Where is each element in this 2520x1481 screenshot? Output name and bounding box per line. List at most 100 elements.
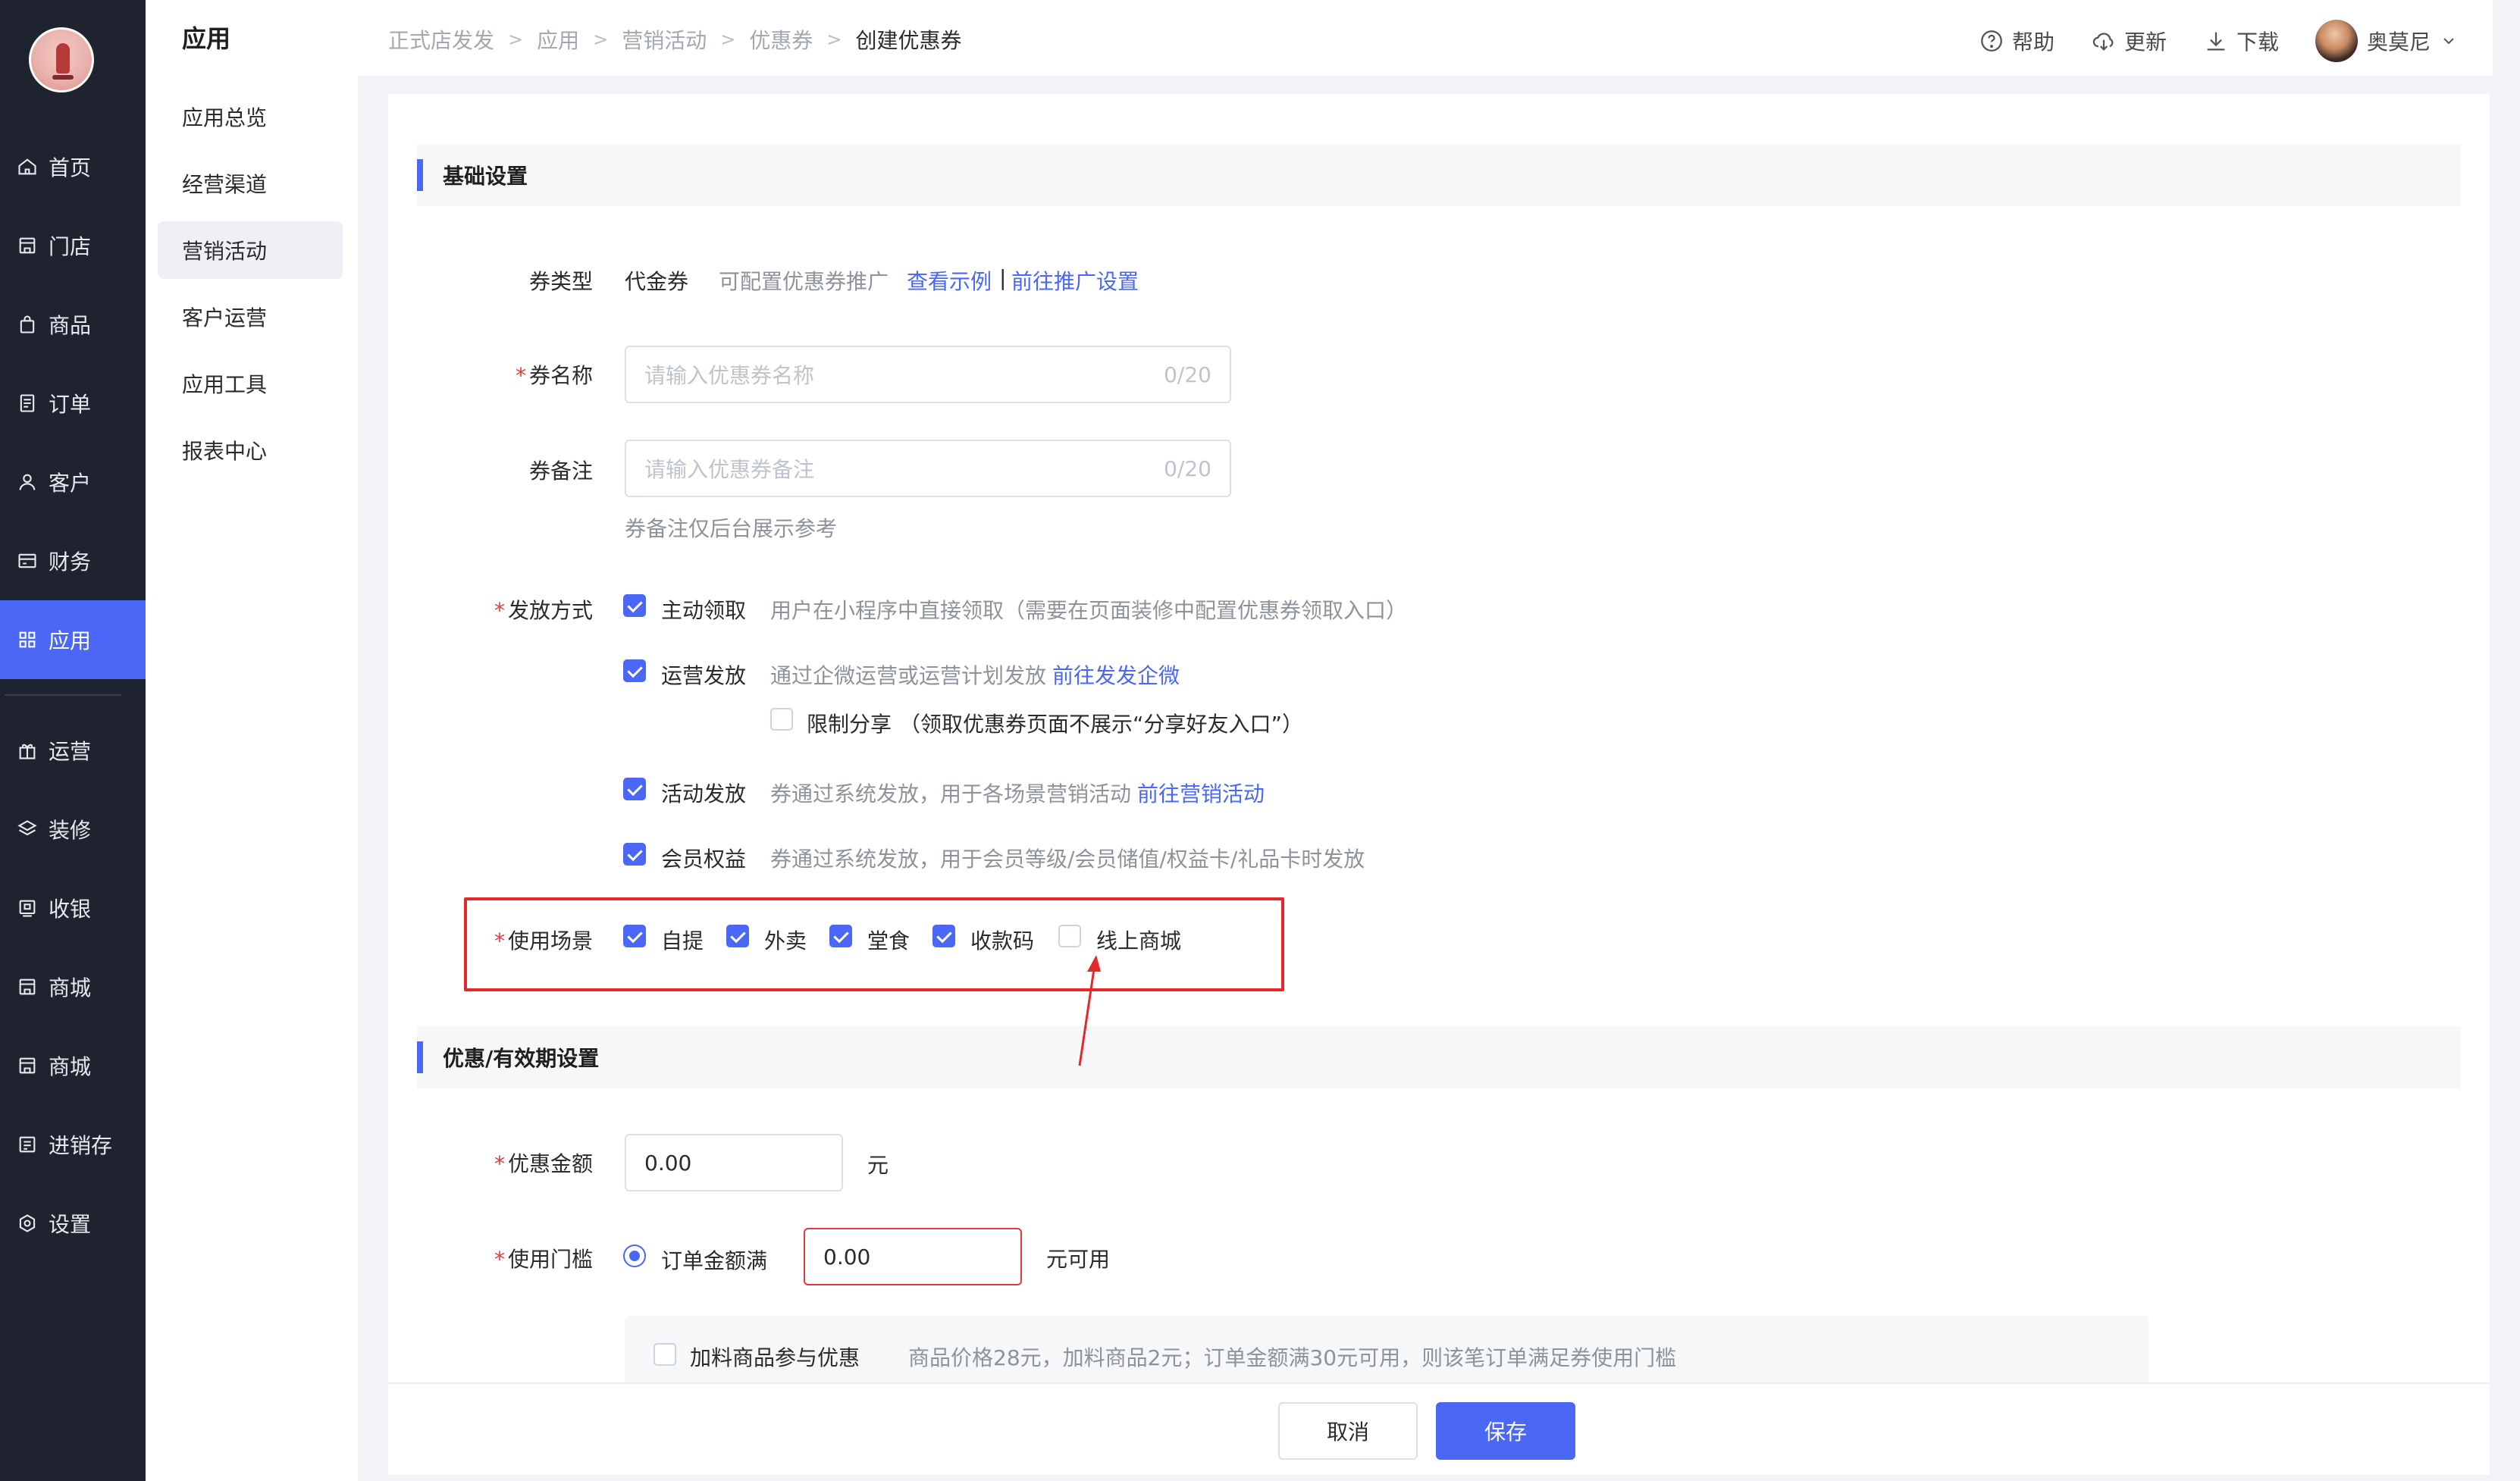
nav-label: 应用: [49, 628, 92, 653]
coupon-type-value: 代金券: [625, 269, 689, 294]
scene-pickup-checkbox[interactable]: [623, 925, 646, 947]
breadcrumb-item[interactable]: 正式店发发: [388, 24, 494, 55]
nav-divider: [5, 694, 121, 696]
nav-item-operations[interactable]: 运营: [0, 711, 146, 790]
discount-amount-label: * 优惠金额: [494, 1151, 593, 1176]
nav-item-products[interactable]: 商品: [0, 285, 146, 364]
nav-item-inventory[interactable]: 进销存: [0, 1105, 146, 1184]
threshold-unit: 元可用: [1046, 1247, 1111, 1272]
threshold-amount-input[interactable]: 0.00: [804, 1228, 1022, 1285]
method-label: 活动发放: [661, 781, 747, 806]
discount-amount-input[interactable]: 0.00: [625, 1134, 843, 1191]
grid-icon: [17, 629, 38, 650]
nav-label: 进销存: [49, 1133, 113, 1158]
coupon-remark-input[interactable]: 请输入优惠券备注 0/20: [625, 440, 1231, 497]
nav-item-customers[interactable]: 客户: [0, 443, 146, 521]
scene-pay-code-checkbox[interactable]: [932, 925, 955, 947]
download-label: 下载: [2236, 30, 2279, 55]
nav-label: 订单: [49, 392, 92, 417]
method-desc: 券通过系统发放，用于会员等级/会员储值/权益卡/礼品卡时发放: [770, 847, 1365, 872]
coupon-name-label: * 券名称: [515, 363, 593, 388]
method-ops-issue-checkbox[interactable]: [623, 659, 646, 682]
nav-label: 设置: [49, 1212, 92, 1237]
coupon-remark-label: 券备注: [528, 459, 593, 484]
download-button[interactable]: 下载: [2203, 26, 2279, 56]
brand-logo[interactable]: [29, 27, 94, 92]
wallet-icon: [17, 550, 38, 571]
view-example-link[interactable]: 查看示例: [907, 265, 992, 296]
coupon-name-placeholder: 请输入优惠券名称: [644, 363, 815, 388]
method-label: 运营发放: [661, 663, 747, 688]
go-wecom-link[interactable]: 前往发发企微: [1052, 659, 1180, 690]
scene-label: 收款码: [970, 928, 1035, 953]
store-icon: [17, 1055, 38, 1076]
threshold-order-amount-radio[interactable]: [623, 1245, 646, 1267]
nav-item-cashier[interactable]: 收银: [0, 869, 146, 947]
submenu-item-marketing[interactable]: 营销活动: [158, 221, 343, 279]
submenu-item-reports[interactable]: 报表中心: [158, 421, 343, 479]
go-marketing-link[interactable]: 前往营销活动: [1137, 778, 1265, 808]
submenu-item-overview[interactable]: 应用总览: [158, 88, 343, 146]
inventory-icon: [17, 1134, 38, 1155]
threshold-label: * 使用门槛: [494, 1247, 593, 1272]
breadcrumb-current: 创建优惠券: [855, 28, 962, 53]
breadcrumb-item[interactable]: 营销活动: [622, 24, 707, 55]
nav-label: 商城: [49, 975, 92, 1000]
home-icon: [17, 156, 38, 177]
coupon-remark-hint: 券备注仅后台展示参考: [625, 516, 838, 541]
promotion-settings-link[interactable]: 前往推广设置: [1011, 265, 1139, 296]
top-bar: 正式店发发 > 应用 > 营销活动 > 优惠券 > 创建优惠券 帮助 更新 下载…: [358, 0, 2520, 76]
form-footer: 取消 保存: [388, 1382, 2490, 1475]
main-nav: 首页 门店 商品 订单 客户 财务 应用 运营 装修 收银 商城 商城 进销存 …: [0, 0, 146, 1481]
nav-item-mall[interactable]: 商城: [0, 947, 146, 1026]
nav-item-decoration[interactable]: 装修: [0, 790, 146, 869]
breadcrumb-item[interactable]: 优惠券: [749, 24, 813, 55]
cancel-button[interactable]: 取消: [1278, 1402, 1418, 1460]
limit-share-label: 限制分享: [807, 712, 892, 737]
issue-method-label: * 发放方式: [494, 598, 593, 623]
method-member-checkbox[interactable]: [623, 843, 646, 866]
addon-label: 加料商品参与优惠: [690, 1345, 860, 1370]
nav-item-store[interactable]: 门店: [0, 206, 146, 285]
update-button[interactable]: 更新: [2091, 26, 2167, 56]
user-menu[interactable]: 奥莫尼: [2315, 20, 2458, 62]
scene-label: 堂食: [867, 928, 911, 953]
nav-item-apps[interactable]: 应用: [0, 600, 146, 679]
scene-dine-in-checkbox[interactable]: [829, 925, 852, 947]
addon-tip-box: 加料商品参与优惠 商品价格28元，加料商品2元；订单金额满30元可用，则该笔订单…: [625, 1316, 2149, 1392]
scene-delivery-checkbox[interactable]: [726, 925, 749, 947]
nav-item-mall-2[interactable]: 商城: [0, 1026, 146, 1105]
cloud-download-icon: [2092, 33, 2114, 51]
addon-checkbox[interactable]: [654, 1343, 676, 1366]
threshold-option-label: 订单金额满: [661, 1248, 768, 1273]
limit-share-checkbox[interactable]: [770, 708, 793, 731]
chevron-right-icon: >: [508, 29, 524, 50]
coupon-name-input[interactable]: 请输入优惠券名称 0/20: [625, 346, 1231, 403]
nav-label: 装修: [49, 818, 92, 843]
submenu-item-tools[interactable]: 应用工具: [158, 355, 343, 412]
nav-label: 运营: [49, 739, 92, 764]
method-self-claim-checkbox[interactable]: [623, 594, 646, 617]
chevron-right-icon: >: [720, 29, 736, 50]
link-separator: |: [999, 265, 1007, 290]
breadcrumb-item[interactable]: 应用: [537, 24, 579, 55]
scene-online-mall-checkbox[interactable]: [1058, 925, 1081, 947]
method-desc: 用户在小程序中直接领取（需要在页面装修中配置优惠券领取入口）: [770, 598, 1408, 623]
store-icon: [17, 976, 38, 997]
username: 奥莫尼: [2366, 30, 2431, 55]
layers-icon: [17, 819, 38, 840]
store-icon: [17, 235, 38, 256]
help-button[interactable]: 帮助: [1979, 26, 2055, 56]
save-button[interactable]: 保存: [1436, 1402, 1575, 1460]
download-icon: [2207, 32, 2225, 51]
addon-desc: 商品价格28元，加料商品2元；订单金额满30元可用，则该笔订单满足券使用门槛: [908, 1345, 1677, 1370]
method-activity-checkbox[interactable]: [623, 778, 646, 800]
nav-item-settings[interactable]: 设置: [0, 1184, 146, 1263]
nav-item-finance[interactable]: 财务: [0, 521, 146, 600]
chevron-right-icon: >: [826, 29, 842, 50]
submenu-item-customer-ops[interactable]: 客户运营: [158, 288, 343, 346]
submenu-item-channels[interactable]: 经营渠道: [158, 155, 343, 212]
nav-item-home[interactable]: 首页: [0, 127, 146, 206]
nav-item-orders[interactable]: 订单: [0, 364, 146, 443]
scene-label: 线上商城: [1096, 928, 1182, 953]
